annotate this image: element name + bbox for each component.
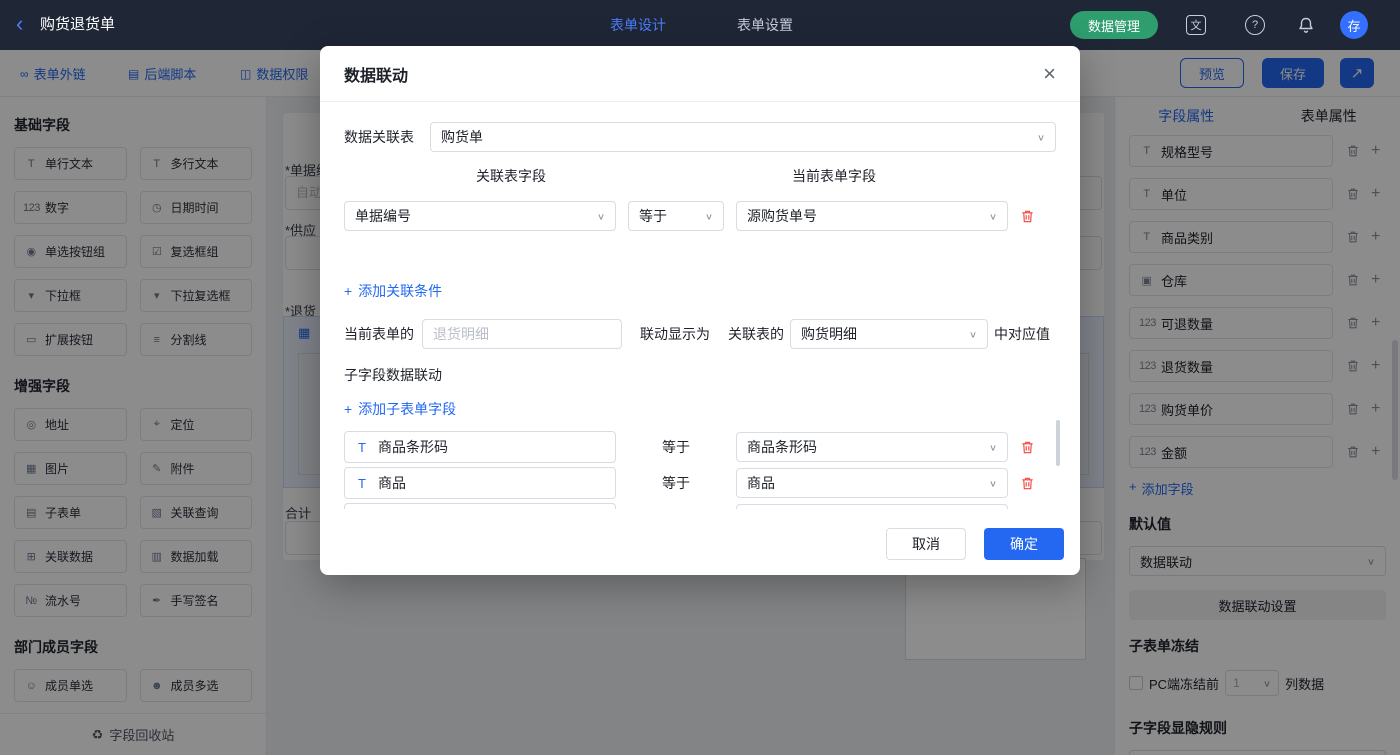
related-detail-value: 购货明细: [801, 324, 857, 344]
related-table-field-header: 关联表字段: [476, 166, 546, 186]
relation-table-value: 购货单: [441, 127, 483, 147]
subfield-target-value: 商品条形码: [747, 437, 817, 457]
condition-row: 单据编号 ∨ 等于 ∨ 源购货单号 ∨: [344, 201, 1056, 231]
add-subfield-link[interactable]: + 添加子表单字段: [344, 399, 1056, 419]
subfield-target-dropdown[interactable]: ∨: [736, 504, 1008, 509]
text-field-icon: T: [355, 440, 369, 455]
subfield-mapping-row: T 商品 等于 商品 ∨: [344, 467, 1056, 499]
dialog-footer: 取消 确定: [886, 528, 1064, 560]
subfield-target-dropdown[interactable]: 商品 ∨: [736, 468, 1008, 498]
condition-column-headers: 关联表字段 当前表单字段: [344, 166, 1056, 186]
subfield-operator: 等于: [628, 473, 724, 493]
add-subfield-label: 添加子表单字段: [358, 399, 456, 419]
chevron-down-icon: ∨: [705, 211, 713, 221]
app-header: ‹ 购货退货单 表单设计 表单设置 数据管理 文 ? 存: [0, 0, 1400, 50]
page-title: 购货退货单: [40, 0, 115, 50]
mapping-row: 当前表单的 联动显示为 关联表的 购货明细 ∨ 中对应值: [344, 319, 1056, 349]
chevron-down-icon: ∨: [597, 211, 605, 221]
mapping-suffix: 中对应值: [994, 324, 1050, 344]
subfield-source-label: 商品条形码: [378, 437, 448, 457]
condition-value-value: 源购货单号: [747, 206, 817, 226]
add-condition-link[interactable]: + 添加关联条件: [344, 281, 1056, 301]
delete-subfield-icon[interactable]: [1020, 476, 1035, 491]
condition-field-dropdown[interactable]: 单据编号 ∨: [344, 201, 616, 231]
subfield-source-label: 商品: [378, 473, 406, 493]
confirm-button[interactable]: 确定: [984, 528, 1064, 560]
dialog-scrollbar[interactable]: [1056, 420, 1060, 466]
chevron-down-icon: ∨: [969, 329, 977, 339]
dialog-header: 数据联动 ×: [320, 46, 1080, 102]
subfield-source-field[interactable]: T 商品: [344, 467, 616, 499]
plus-icon: +: [344, 283, 352, 299]
chevron-down-icon: ∨: [989, 211, 997, 221]
subfield-source-field[interactable]: T 商品条形码: [344, 431, 616, 463]
plus-icon: +: [344, 401, 352, 417]
chevron-down-icon: ∨: [1037, 132, 1045, 142]
mapping-related-label: 关联表的: [728, 324, 784, 344]
delete-subfield-icon[interactable]: [1020, 440, 1035, 455]
subfield-mapping-row: T 商品条形码 等于 商品条形码 ∨: [344, 431, 1056, 463]
relation-table-dropdown[interactable]: 购货单 ∨: [430, 122, 1056, 152]
mapping-prefix: 当前表单的: [344, 324, 414, 344]
condition-operator-value: 等于: [639, 206, 667, 226]
data-manage-button[interactable]: 数据管理: [1070, 11, 1158, 39]
subfield-mapping-list: T 商品条形码 等于 商品条形码 ∨ T 商品: [344, 431, 1056, 509]
relation-table-row: 数据关联表 购货单 ∨: [344, 122, 1056, 152]
help-icon[interactable]: ?: [1245, 15, 1265, 35]
condition-operator-dropdown[interactable]: 等于 ∨: [628, 201, 724, 231]
tab-form-design[interactable]: 表单设计: [610, 0, 666, 50]
translate-icon[interactable]: 文: [1186, 15, 1206, 35]
close-icon[interactable]: ×: [1043, 63, 1056, 85]
avatar[interactable]: 存: [1340, 11, 1368, 39]
dialog-body: 数据关联表 购货单 ∨ 关联表字段 当前表单字段 单据编号 ∨ 等于 ∨ 源购货…: [320, 102, 1080, 509]
related-detail-dropdown[interactable]: 购货明细 ∨: [790, 319, 988, 349]
chevron-down-icon: ∨: [989, 478, 997, 488]
subfield-mapping-row: ∨: [344, 503, 1056, 509]
text-field-icon: T: [355, 476, 369, 491]
condition-field-value: 单据编号: [355, 206, 411, 226]
tab-form-settings[interactable]: 表单设置: [737, 0, 793, 50]
subfield-source-field[interactable]: [344, 503, 616, 509]
condition-value-dropdown[interactable]: 源购货单号 ∨: [736, 201, 1008, 231]
mapping-display-as: 联动显示为: [640, 324, 710, 344]
delete-condition-icon[interactable]: [1020, 209, 1035, 224]
current-form-field-header: 当前表单字段: [792, 166, 876, 186]
add-condition-label: 添加关联条件: [358, 281, 442, 301]
subfield-linkage-title: 子字段数据联动: [344, 365, 1056, 385]
cancel-button[interactable]: 取消: [886, 528, 966, 560]
subfield-operator: 等于: [628, 437, 724, 457]
subfield-target-value: 商品: [747, 473, 775, 493]
bell-icon[interactable]: [1296, 15, 1316, 35]
back-icon[interactable]: ‹: [16, 0, 23, 48]
subfield-target-dropdown[interactable]: 商品条形码 ∨: [736, 432, 1008, 462]
chevron-down-icon: ∨: [989, 442, 997, 452]
dialog-title: 数据联动: [344, 62, 408, 86]
data-linkage-dialog: 数据联动 × 数据关联表 购货单 ∨ 关联表字段 当前表单字段 单据编号 ∨ 等…: [320, 46, 1080, 575]
mapping-field-input[interactable]: [422, 319, 622, 349]
relation-table-label: 数据关联表: [344, 127, 430, 147]
